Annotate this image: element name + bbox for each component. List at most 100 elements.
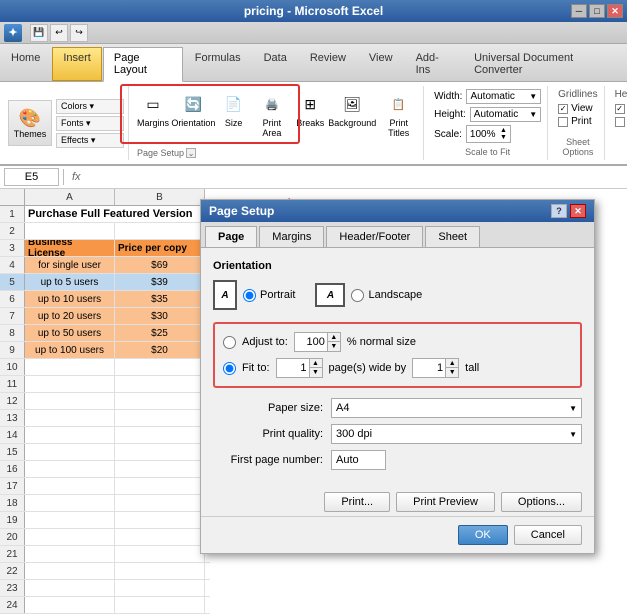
page-setup-dialog-launcher[interactable]: ⌄ <box>186 148 196 158</box>
cell-b6[interactable]: $35 <box>115 291 205 307</box>
cell-a7[interactable]: up to 20 users <box>25 308 115 324</box>
landscape-radio[interactable] <box>351 289 364 302</box>
tab-udc[interactable]: Universal Document Converter <box>463 47 626 81</box>
fit-to-radio[interactable] <box>223 362 236 375</box>
gridlines-view-checkbox[interactable]: ✓ <box>558 104 568 114</box>
fit-to-label: Fit to: <box>242 362 270 374</box>
height-dropdown[interactable]: Automatic ▼ <box>470 107 541 122</box>
quick-access-toolbar: ✦ 💾 ↩ ↪ <box>0 22 627 44</box>
ok-button[interactable]: OK <box>458 525 508 545</box>
cell-a2[interactable] <box>25 223 115 239</box>
breaks-button[interactable]: ⊞ Breaks <box>294 88 326 130</box>
margins-button[interactable]: ▭ Margins <box>137 88 169 130</box>
headings-group: Headings ✓ View Print <box>609 86 627 160</box>
cell-b3[interactable]: Price per copy <box>115 240 205 256</box>
cell-b4[interactable]: $69 <box>115 257 205 273</box>
fit-tall-up[interactable]: ▲ <box>446 359 458 368</box>
dialog-tab-page[interactable]: Page <box>205 226 257 247</box>
fit-pages-field[interactable] <box>277 359 309 377</box>
first-page-number-input[interactable] <box>331 450 386 470</box>
width-dropdown[interactable]: Automatic ▼ <box>466 89 541 104</box>
print-area-button[interactable]: 🖨️ Print Area <box>253 88 292 140</box>
dialog-tab-headerfooter[interactable]: Header/Footer <box>326 226 423 247</box>
table-row: 12 <box>0 393 210 410</box>
sheet-options-label: Sheet Options <box>558 137 597 157</box>
print-preview-button[interactable]: Print Preview <box>396 492 495 512</box>
table-row: 22 <box>0 563 210 580</box>
table-row: 3 Business License Price per copy <box>0 240 210 257</box>
cell-a8[interactable]: up to 50 users <box>25 325 115 341</box>
fit-pages-up[interactable]: ▲ <box>310 359 322 368</box>
headings-print-checkbox[interactable] <box>615 117 625 127</box>
colors-button[interactable]: Colors ▾ <box>56 99 124 114</box>
dialog-close-button[interactable]: ✕ <box>570 204 586 218</box>
options-button[interactable]: Options... <box>501 492 582 512</box>
cell-a3[interactable]: Business License <box>25 240 115 256</box>
print-quality-dropdown[interactable]: 300 dpi ▼ <box>331 424 582 444</box>
tab-formulas[interactable]: Formulas <box>184 47 252 81</box>
tab-review[interactable]: Review <box>299 47 357 81</box>
headings-view-checkbox[interactable]: ✓ <box>615 104 625 114</box>
gridlines-print-checkbox[interactable] <box>558 117 568 127</box>
print-quality-label: Print quality: <box>213 428 323 440</box>
fit-tall-field[interactable] <box>413 359 445 377</box>
background-button[interactable]: 🖼 Background <box>329 88 375 130</box>
fonts-button[interactable]: Fonts ▾ <box>56 116 124 131</box>
paper-size-dropdown[interactable]: A4 ▼ <box>331 398 582 418</box>
scale-dn-btn[interactable]: ▼ <box>500 134 507 141</box>
adjust-value-field[interactable] <box>295 333 327 351</box>
row-num-2: 2 <box>0 223 25 239</box>
close-button[interactable]: ✕ <box>607 4 623 18</box>
formula-input[interactable] <box>89 171 623 183</box>
row-num-1: 1 <box>0 206 25 222</box>
office-button[interactable]: ✦ <box>4 24 22 42</box>
print-button[interactable]: Print... <box>324 492 390 512</box>
scale-up-btn[interactable]: ▲ <box>500 127 507 134</box>
adjust-up-button[interactable]: ▲ <box>328 333 340 342</box>
cancel-button[interactable]: Cancel <box>514 525 582 545</box>
orientation-button[interactable]: 🔄 Orientation <box>172 88 215 130</box>
tab-insert[interactable]: Insert <box>52 47 102 81</box>
maximize-button[interactable]: □ <box>589 4 605 18</box>
cell-a5[interactable]: up to 5 users <box>25 274 115 290</box>
fit-tall-dn[interactable]: ▼ <box>446 368 458 377</box>
dialog-tabs: Page Margins Header/Footer Sheet <box>201 222 594 248</box>
effects-button[interactable]: Effects ▾ <box>56 133 124 148</box>
headings-view-row: ✓ View <box>615 103 627 114</box>
size-button[interactable]: 📄 Size <box>218 88 250 130</box>
redo-button[interactable]: ↪ <box>70 24 88 42</box>
dialog-tab-margins[interactable]: Margins <box>259 226 324 247</box>
cell-b7[interactable]: $30 <box>115 308 205 324</box>
corner-cell <box>0 189 25 205</box>
themes-button[interactable]: 🎨 Themes <box>8 100 52 146</box>
cell-b5[interactable]: $39 <box>115 274 205 290</box>
save-qat-button[interactable]: 💾 <box>30 24 48 42</box>
undo-button[interactable]: ↩ <box>50 24 68 42</box>
tab-page-layout[interactable]: Page Layout <box>103 47 183 82</box>
cell-a6[interactable]: up to 10 users <box>25 291 115 307</box>
cell-a4[interactable]: for single user <box>25 257 115 273</box>
scale-input[interactable]: 100% ▲ ▼ <box>466 125 511 143</box>
tab-data[interactable]: Data <box>253 47 298 81</box>
portrait-radio[interactable] <box>243 289 256 302</box>
tab-home[interactable]: Home <box>0 47 51 81</box>
adjust-to-radio[interactable] <box>223 336 236 349</box>
cell-b2[interactable] <box>115 223 205 239</box>
print-titles-button[interactable]: 📋 Print Titles <box>378 88 419 140</box>
minimize-button[interactable]: ─ <box>571 4 587 18</box>
tab-view[interactable]: View <box>358 47 404 81</box>
cell-a9[interactable]: up to 100 users <box>25 342 115 358</box>
table-row: 15 <box>0 444 210 461</box>
dialog-help-button[interactable]: ? <box>551 204 567 218</box>
cell-a1[interactable]: Purchase Full Featured Version <box>25 206 205 222</box>
tab-addins[interactable]: Add-Ins <box>405 47 463 81</box>
fit-pages-dn[interactable]: ▼ <box>310 368 322 377</box>
cell-b9[interactable]: $20 <box>115 342 205 358</box>
cell-ref-input[interactable] <box>4 168 59 186</box>
dialog-tab-sheet[interactable]: Sheet <box>425 226 480 247</box>
ribbon-content: 🎨 Themes Colors ▾ Fonts ▾ Effects ▾ ▭ Ma… <box>0 82 627 166</box>
adjust-down-button[interactable]: ▼ <box>328 342 340 351</box>
cell-b8[interactable]: $25 <box>115 325 205 341</box>
adjust-unit-label: % normal size <box>347 336 416 348</box>
table-row: 23 <box>0 580 210 597</box>
